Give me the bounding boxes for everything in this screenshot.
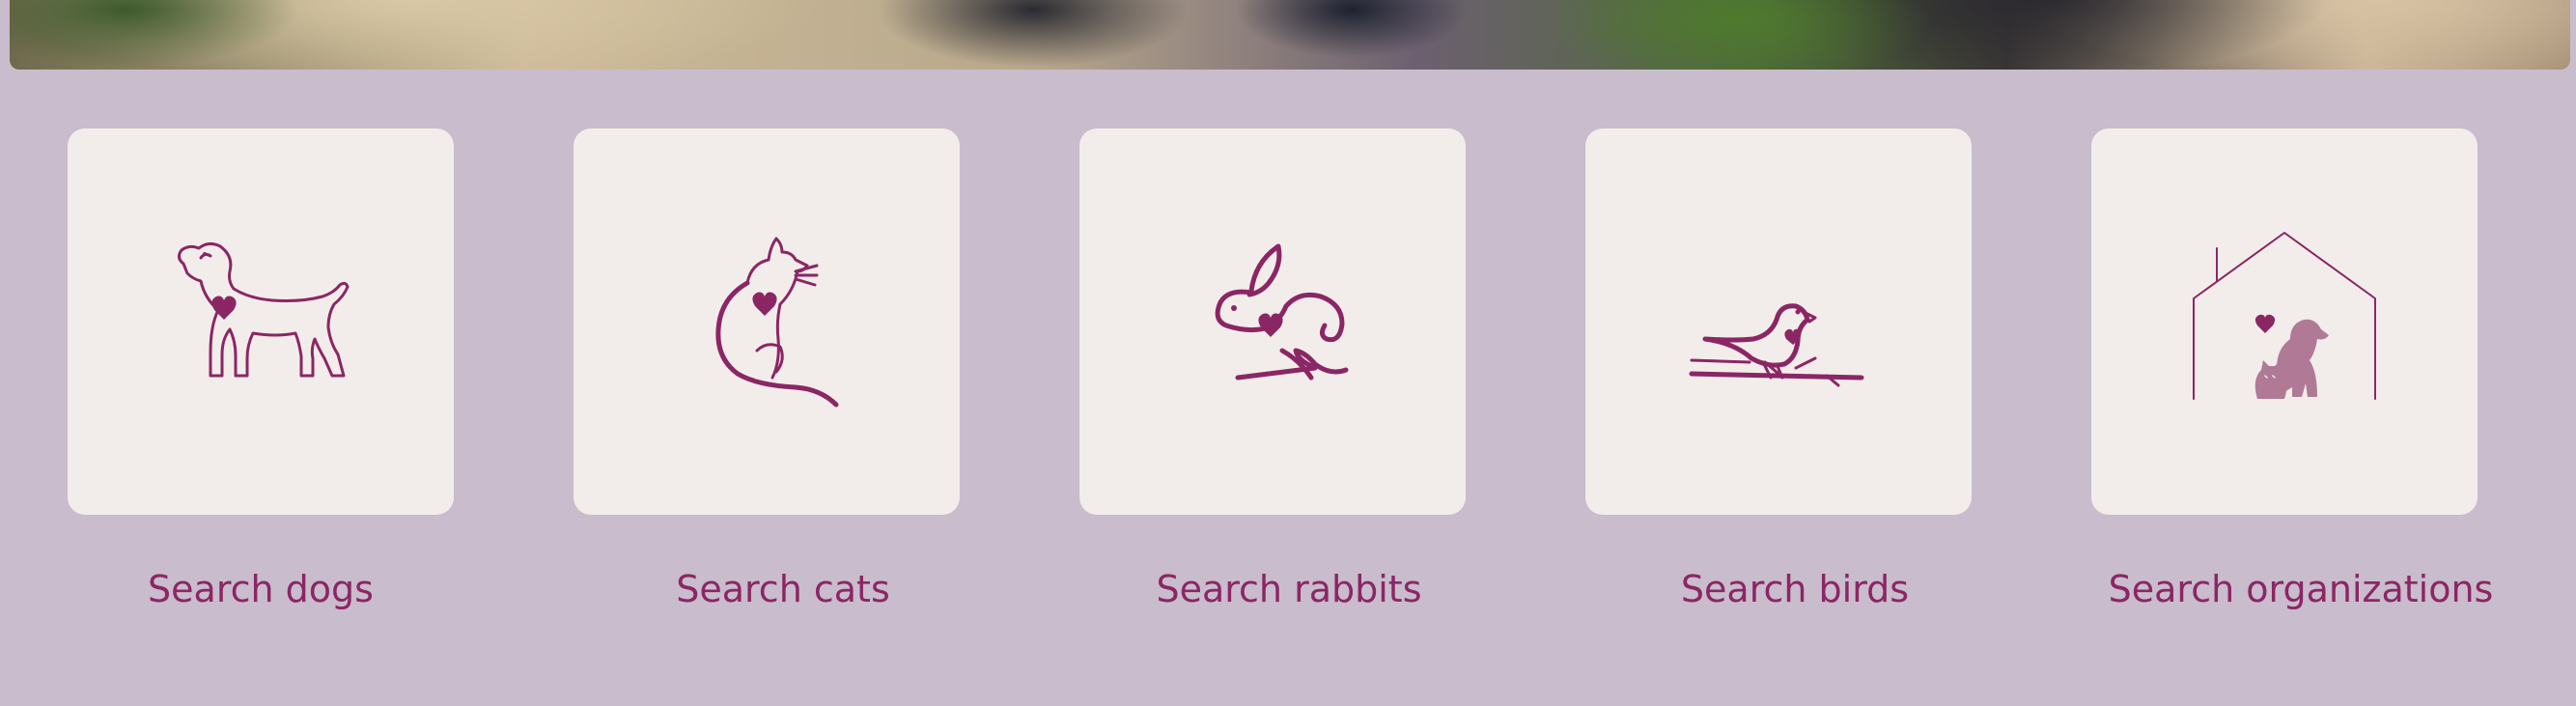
- bird-heart-icon: [1689, 303, 1864, 387]
- search-birds-link[interactable]: Search birds: [1544, 562, 2046, 616]
- category-list: Search dogs Search cats Search rabbits S…: [0, 0, 2576, 706]
- search-rabbits-link[interactable]: Search rabbits: [1038, 562, 1540, 616]
- card-search-birds[interactable]: [1585, 128, 1972, 515]
- house-dog-cat-icon: [2193, 232, 2376, 400]
- search-organizations-link[interactable]: Search organizations: [2050, 562, 2552, 616]
- card-search-organizations[interactable]: [2091, 128, 2478, 515]
- card-search-rabbits[interactable]: [1079, 128, 1466, 515]
- dog-heart-icon: [177, 241, 350, 378]
- rabbit-heart-icon: [1215, 243, 1349, 381]
- card-search-cats[interactable]: [574, 128, 960, 515]
- card-search-dogs[interactable]: [68, 128, 454, 515]
- search-dogs-link[interactable]: Search dogs: [10, 562, 512, 616]
- cat-heart-icon: [715, 237, 839, 408]
- search-cats-link[interactable]: Search cats: [532, 562, 1034, 616]
